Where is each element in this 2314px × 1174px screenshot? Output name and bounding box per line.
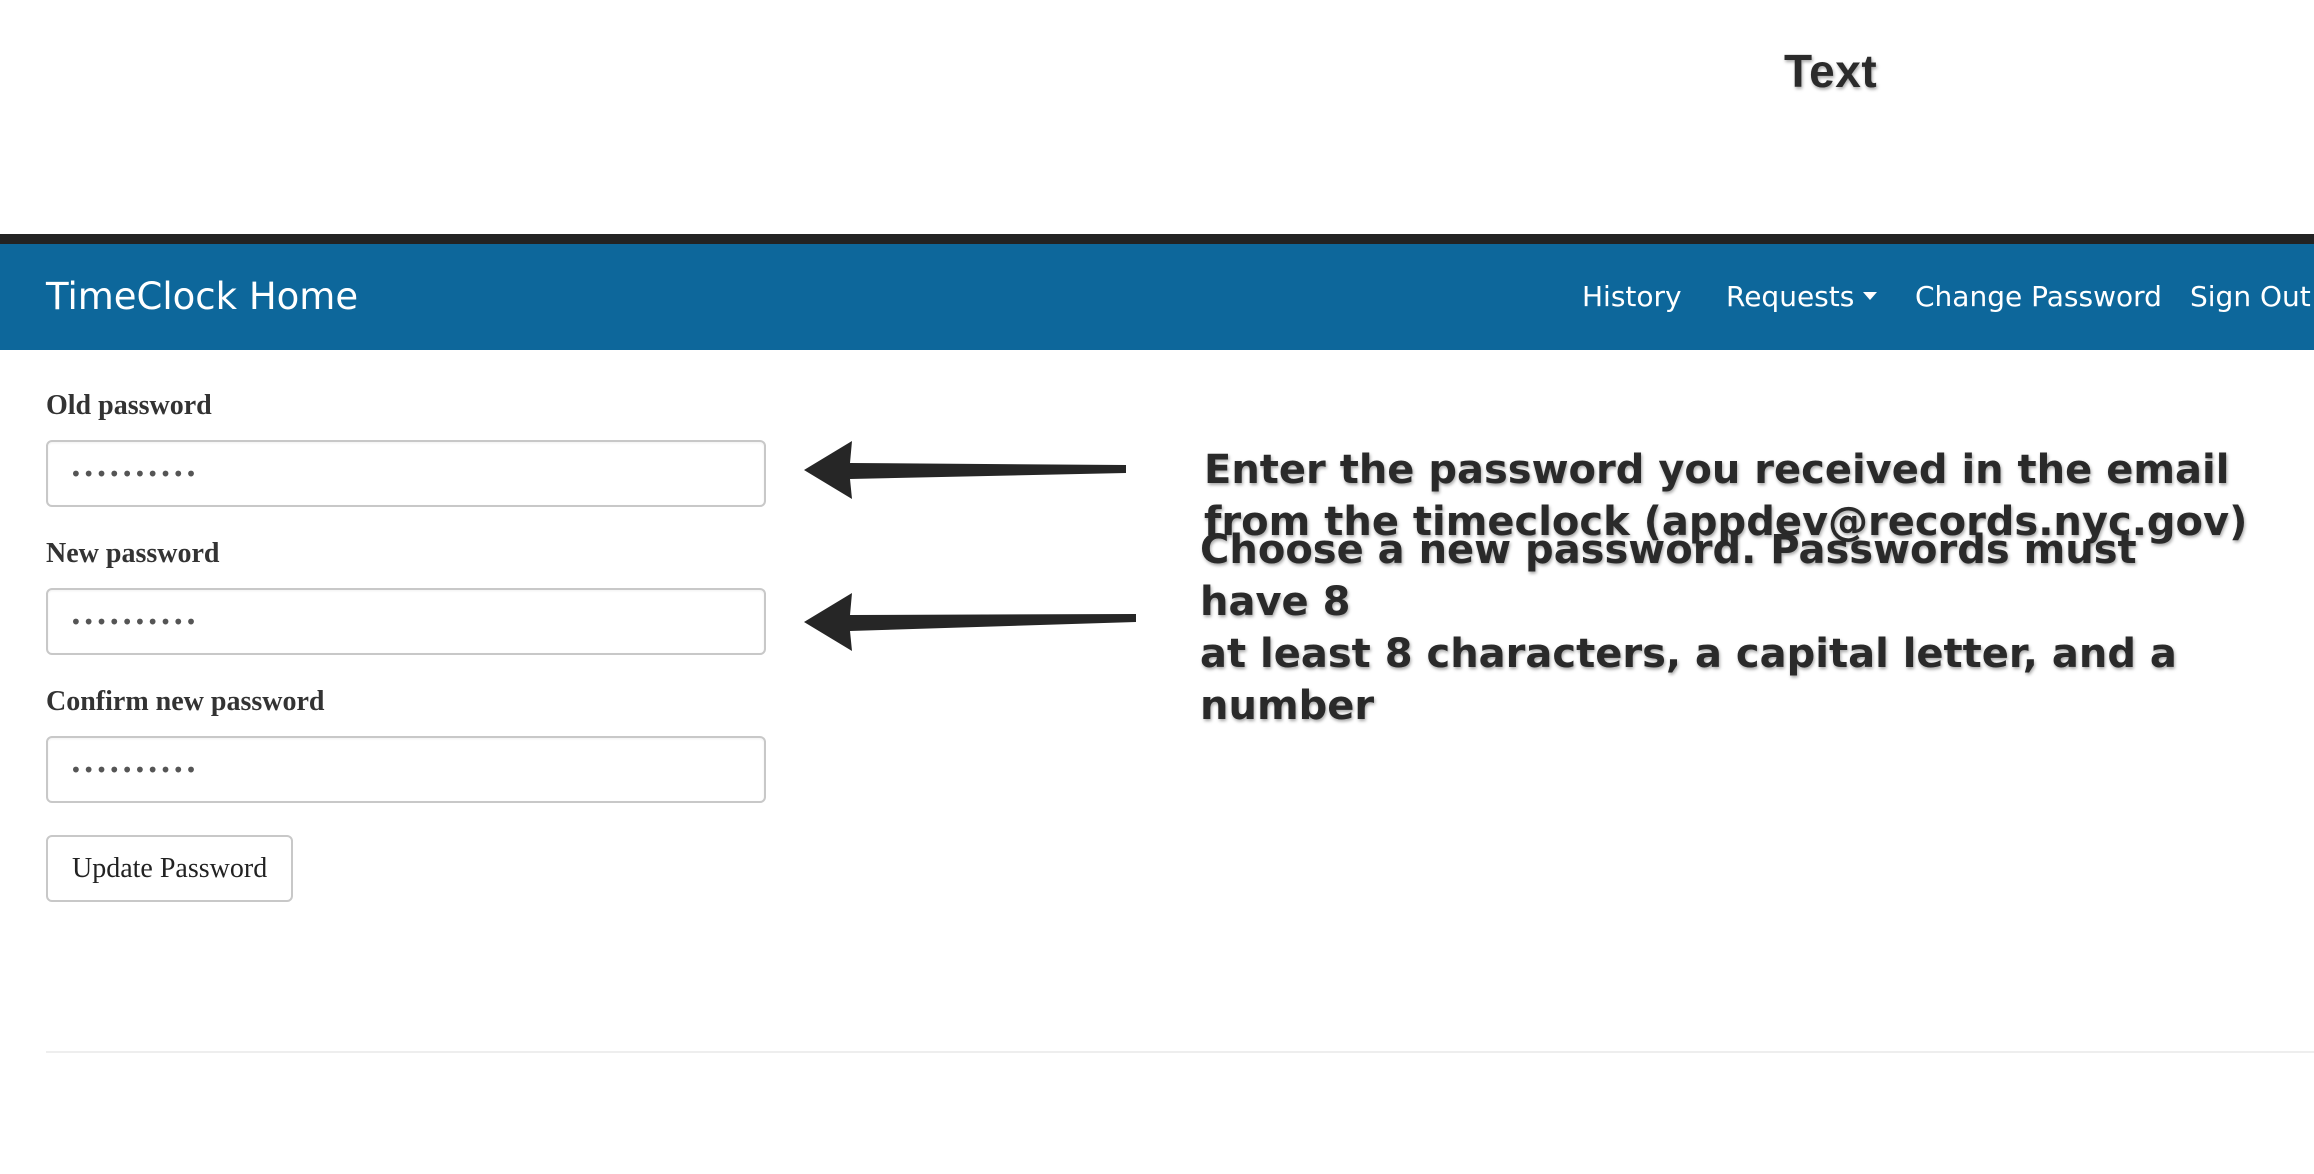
brand-link[interactable]: TimeClock Home [46,244,358,350]
annotation-text-label: Text [1784,45,1878,97]
new-password-input[interactable] [46,588,766,655]
arrow-left-icon [804,441,1126,499]
new-password-annotation-line2: at least 8 characters, a capital letter,… [1200,631,2177,729]
caret-down-icon [1863,292,1878,300]
old-password-label: Old password [46,390,212,421]
old-password-input[interactable] [46,440,766,507]
browser-edge-strip [0,234,2314,244]
arrow-left-icon [804,593,1136,651]
new-password-annotation-line1: Choose a new password. Passwords must ha… [1200,527,2137,625]
nav-sign-out[interactable]: Sign Out [2190,244,2311,350]
new-password-annotation: Choose a new password. Passwords must ha… [1200,524,2240,732]
navbar: TimeClock Home History Requests Change P… [0,244,2314,350]
nav-change-password[interactable]: Change Password [1915,244,2162,350]
confirm-password-input[interactable] [46,736,766,803]
nav-history[interactable]: History [1582,244,1682,350]
new-password-label: New password [46,538,220,569]
confirm-password-label: Confirm new password [46,686,325,717]
page: Text TimeClock Home History Requests Cha… [0,0,2314,1174]
footer-divider [46,1051,2314,1053]
update-password-button[interactable]: Update Password [46,835,294,902]
nav-requests-dropdown[interactable]: Requests [1726,244,1878,350]
nav-requests-label: Requests [1726,280,1855,313]
